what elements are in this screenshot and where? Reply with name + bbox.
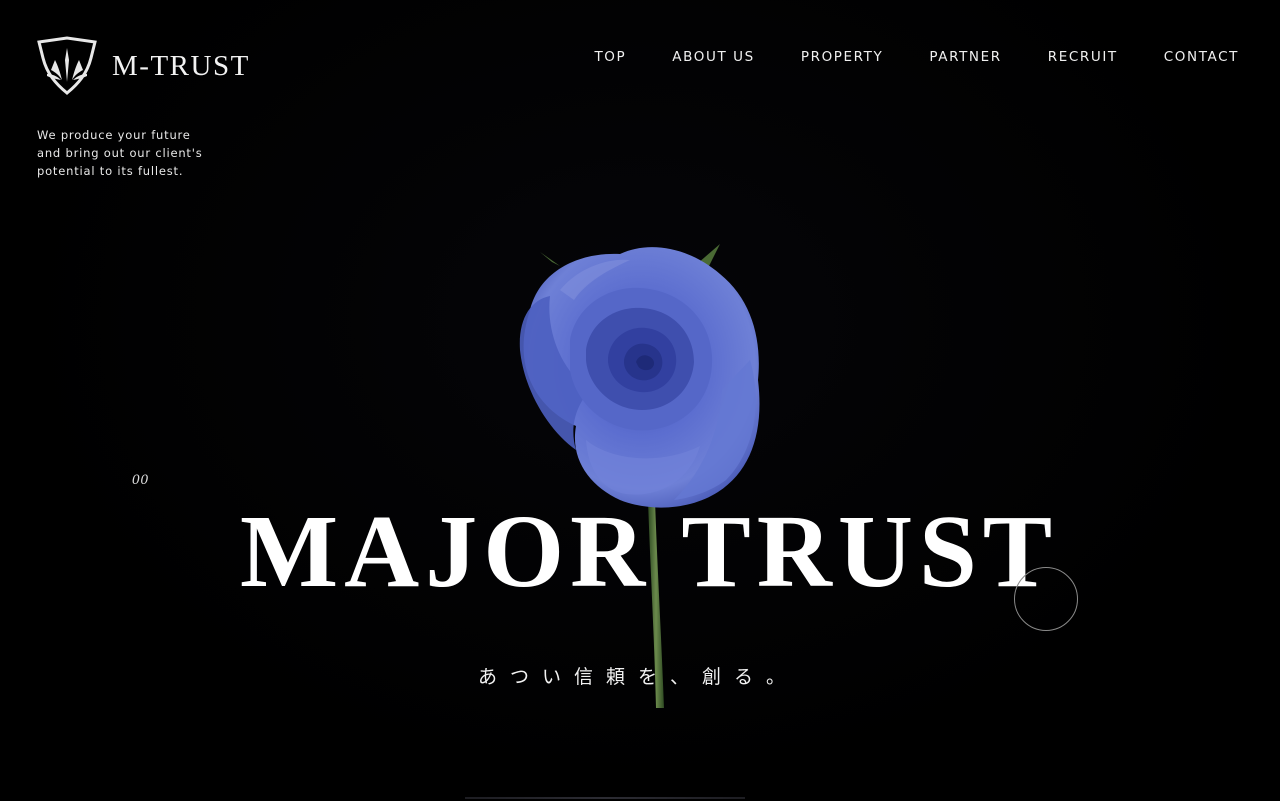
main-nav: TOP ABOUT US PROPERTY PARTNER RECRUIT CO… <box>594 49 1239 65</box>
nav-property[interactable]: PROPERTY <box>801 49 884 65</box>
shield-crest-icon <box>37 36 97 95</box>
nav-contact[interactable]: CONTACT <box>1164 49 1239 65</box>
tagline-line: potential to its fullest. <box>37 164 184 178</box>
scroll-indicator[interactable] <box>1014 567 1078 631</box>
slide-index: 00 <box>132 472 149 488</box>
blue-rose-image <box>519 244 760 708</box>
site-logo[interactable]: M-TRUST <box>36 36 250 96</box>
nav-top[interactable]: TOP <box>594 49 626 65</box>
hero-title: MAJOR TRUST <box>240 494 1059 609</box>
bottom-decoration <box>465 797 745 799</box>
tagline-line: and bring out our client's <box>37 146 203 160</box>
hero-subtitle: あつい信頼を、創る。 <box>478 666 799 688</box>
nav-recruit[interactable]: RECRUIT <box>1048 49 1118 65</box>
tagline-line: We produce your future <box>37 128 191 142</box>
nav-partner[interactable]: PARTNER <box>929 49 1001 65</box>
logo-text: M-TRUST <box>112 49 250 82</box>
hero-stage: M-TRUST TOP ABOUT US PROPERTY PARTNER RE… <box>0 0 1280 801</box>
nav-about-us[interactable]: ABOUT US <box>672 49 755 65</box>
tagline: We produce your future and bring out our… <box>37 126 237 180</box>
